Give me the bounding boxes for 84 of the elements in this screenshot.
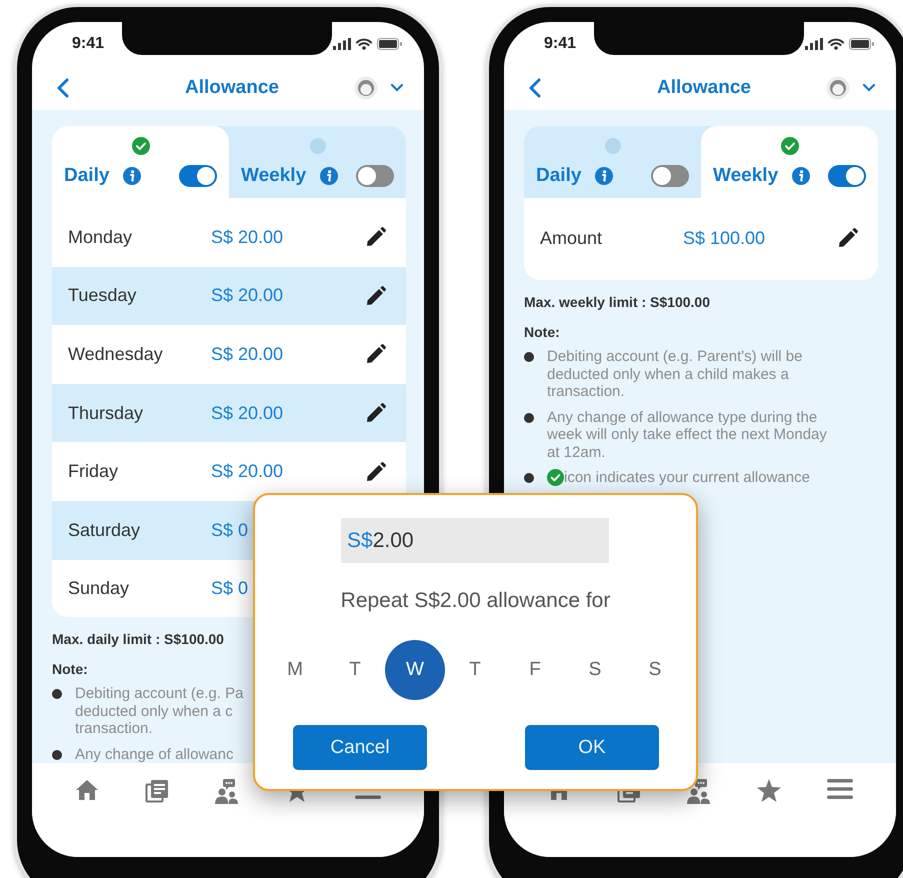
info-icon[interactable] <box>123 167 142 185</box>
menu-icon[interactable] <box>827 779 853 799</box>
row-label: Thursday <box>68 402 144 424</box>
avatar-icon[interactable] <box>354 76 378 100</box>
pencil-icon[interactable] <box>366 227 386 248</box>
status-time: 9:41 <box>72 35 104 53</box>
info-icon[interactable] <box>320 167 338 185</box>
info-icon[interactable] <box>792 167 810 185</box>
limit-text: Max. weekly limit : S$100.00 <box>524 294 710 310</box>
signal-icon <box>805 38 823 50</box>
dot-icon <box>308 137 326 155</box>
note-text: Debiting account (e.g. Pa deducted only when a c transaction. <box>75 685 244 738</box>
pencil-icon[interactable] <box>838 228 858 248</box>
toggle-switch[interactable] <box>828 165 866 187</box>
bullet-icon <box>52 689 62 699</box>
tab[interactable]: Weekly <box>701 126 878 198</box>
toggle-switch[interactable] <box>179 165 217 187</box>
battery-icon <box>377 38 402 50</box>
note-title: Note: <box>524 324 560 340</box>
avatar-icon[interactable] <box>826 76 850 100</box>
day-toggle[interactable]: T <box>445 640 505 700</box>
day-toggle[interactable]: F <box>505 640 565 700</box>
signal-icon <box>333 38 351 50</box>
note-text: Any change of allowanc <box>75 746 234 763</box>
check-icon <box>780 137 798 155</box>
star-icon[interactable] <box>757 779 781 802</box>
day-toggle[interactable]: M <box>265 640 325 700</box>
toggle-switch[interactable] <box>356 165 394 187</box>
chevron-down-icon[interactable] <box>862 83 876 93</box>
row-label: Wednesday <box>68 344 164 365</box>
tab[interactable]: Daily <box>524 126 701 198</box>
day-toggle[interactable]: S <box>625 640 685 700</box>
row-label: Sunday <box>68 578 130 600</box>
ok-button[interactable]: OK <box>525 725 659 770</box>
note-text: Debiting account (e.g. Parent's) will be deducted only when a child makes a transaction. <box>547 348 802 400</box>
row-label: Tuesday <box>68 285 138 306</box>
wifi-icon <box>828 38 844 50</box>
pencil-icon[interactable] <box>366 344 386 364</box>
note-text: Any change of allowance type during the week will only take effect the next Monday at 12am. <box>547 408 827 461</box>
status-time: 9:41 <box>544 35 576 53</box>
back-icon[interactable] <box>56 78 70 98</box>
note-title: Note: <box>52 661 88 677</box>
info-icon[interactable] <box>595 167 614 185</box>
pencil-icon[interactable] <box>366 286 386 306</box>
row-label: Saturday <box>68 520 142 541</box>
row-label: Monday <box>68 226 134 248</box>
dot-icon <box>604 137 622 155</box>
amount-value: S$ 20.00 <box>211 226 284 248</box>
toggle-switch[interactable] <box>651 165 689 187</box>
page-title: Allowance <box>185 77 279 99</box>
back-icon[interactable] <box>528 78 542 98</box>
row-label: Amount <box>540 228 604 248</box>
bullet-icon <box>524 352 534 362</box>
people-chat-icon[interactable] <box>215 779 239 805</box>
check-icon <box>132 137 150 155</box>
day-toggle[interactable]: W <box>385 640 445 700</box>
wifi-icon <box>356 38 372 50</box>
chevron-down-icon[interactable] <box>390 83 404 93</box>
documents-icon[interactable] <box>145 779 169 803</box>
bullet-icon <box>524 412 534 422</box>
cancel-button[interactable]: Cancel <box>293 725 427 770</box>
amount-value: S$ 20.00 <box>211 402 284 424</box>
battery-icon <box>849 38 874 50</box>
repeat-prompt: Repeat S$2.00 allowance for <box>340 589 612 613</box>
amount-value: S$ 20.00 <box>211 344 284 365</box>
limit-text: Max. daily limit : S$100.00 <box>52 631 224 647</box>
pencil-icon[interactable] <box>366 403 386 424</box>
day-toggle[interactable]: S <box>565 640 625 700</box>
amount-field[interactable]: S$2.00 <box>341 518 609 563</box>
pencil-icon[interactable] <box>366 462 386 482</box>
bullet-icon <box>52 750 62 760</box>
amount-value: S$ 0 <box>211 578 250 600</box>
amount-value: S$ 20.00 <box>211 285 284 306</box>
tab[interactable]: Daily <box>52 126 229 198</box>
bullet-icon <box>524 473 534 483</box>
amount-value: S$ 100.00 <box>683 228 766 248</box>
day-toggle[interactable]: T <box>325 640 385 700</box>
amount-value: S$ 20.00 <box>211 461 284 482</box>
people-chat-icon[interactable] <box>687 779 711 805</box>
row-label: Friday <box>68 461 120 482</box>
note-text: icon indicates your current allowance <box>564 469 810 486</box>
home-icon[interactable] <box>75 779 99 801</box>
tab[interactable]: Weekly <box>229 126 406 198</box>
page-title: Allowance <box>657 77 751 99</box>
